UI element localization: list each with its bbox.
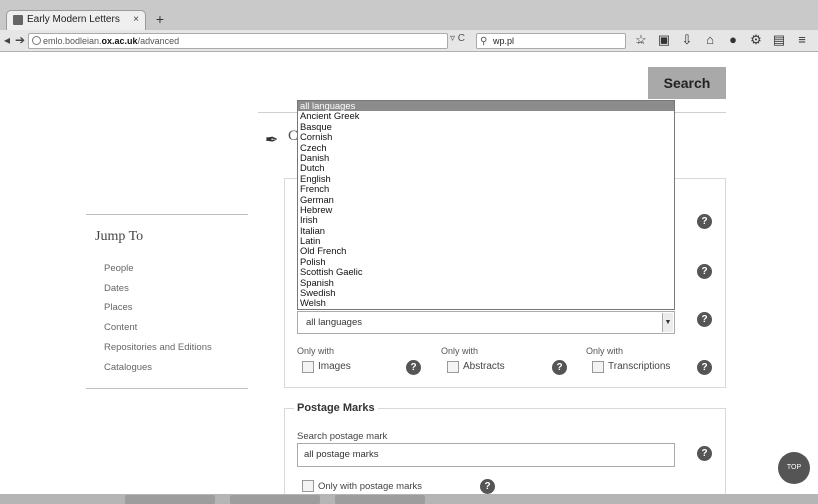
help-icon[interactable]: ? [697, 446, 712, 461]
transcriptions-checkbox-label: Transcriptions [608, 361, 671, 372]
help-icon[interactable]: ? [480, 479, 495, 494]
tab-close-icon[interactable]: × [133, 11, 139, 29]
abstracts-checkbox-label: Abstracts [463, 361, 505, 372]
language-option[interactable]: Welsh [298, 298, 674, 309]
language-option[interactable]: Scottish Gaelic [298, 266, 674, 277]
language-select[interactable]: all languages ▼ [297, 311, 675, 334]
search-icon: ⚲ [480, 36, 488, 47]
taskbar-item[interactable] [125, 495, 215, 504]
language-option[interactable]: Cornish [298, 131, 674, 142]
language-option[interactable]: Ancient Greek [298, 110, 674, 121]
star-icon[interactable]: ☆ [634, 32, 648, 48]
language-option[interactable]: Czech [298, 142, 674, 153]
reload-icon[interactable]: ▿ C [450, 33, 465, 44]
navigation-bar: ◂ ➔ emlo.bodleian.ox.ac.uk/advanced ▿ C … [0, 30, 818, 52]
quill-icon: ✒ [265, 132, 279, 149]
url-domain: ox.ac.uk [101, 36, 138, 46]
url-path: /advanced [137, 36, 180, 46]
language-option[interactable]: Danish [298, 152, 674, 163]
postage-mark-label: Search postage mark [297, 431, 388, 442]
postage-marks-legend: Postage Marks [294, 402, 378, 414]
jump-link-people[interactable]: People [104, 263, 134, 274]
jump-link-dates[interactable]: Dates [104, 283, 129, 294]
language-option[interactable]: English [298, 173, 674, 184]
download-icon[interactable]: ⇩ [680, 32, 694, 48]
help-icon[interactable]: ? [697, 264, 712, 279]
language-option[interactable]: Spanish [298, 277, 674, 288]
images-checkbox[interactable] [302, 361, 314, 373]
language-option[interactable]: Old French [298, 246, 674, 257]
browser-search-text: wp.pl [493, 36, 515, 46]
back-to-top-button[interactable]: TOP [778, 452, 810, 484]
postage-marks-checkbox[interactable] [302, 480, 314, 492]
url-bar[interactable]: emlo.bodleian.ox.ac.uk/advanced [28, 33, 448, 49]
chat-icon[interactable]: ● [726, 32, 740, 48]
language-option[interactable]: Basque [298, 121, 674, 132]
language-option[interactable]: German [298, 194, 674, 205]
jump-link-repositories[interactable]: Repositories and Editions [104, 342, 212, 353]
taskbar-item[interactable] [230, 495, 320, 504]
transcriptions-checkbox[interactable] [592, 361, 604, 373]
back-icon[interactable]: ◂ [4, 33, 10, 47]
url-host: emlo.bodleian. [43, 36, 102, 46]
dropdown-arrow-icon[interactable]: ▼ [662, 313, 673, 332]
language-option[interactable]: Dutch [298, 162, 674, 173]
language-dropdown-list[interactable]: all languages Ancient Greek Basque Corni… [297, 100, 675, 310]
language-option[interactable]: Swedish [298, 287, 674, 298]
browser-toolbar: ☆ ▣ ⇩ ⌂ ● ⚙ ▤ ≡ [634, 32, 809, 48]
home-icon[interactable]: ⌂ [703, 32, 717, 48]
language-select-value: all languages [306, 317, 362, 328]
only-with-label: Only with [441, 346, 479, 356]
language-option[interactable]: Italian [298, 225, 674, 236]
only-with-label: Only with [586, 346, 624, 356]
help-icon[interactable]: ? [552, 360, 567, 375]
puzzle-icon[interactable]: ⚙ [749, 32, 763, 48]
forward-icon[interactable]: ➔ [15, 33, 25, 47]
postage-mark-input[interactable]: all postage marks [297, 443, 675, 467]
divider [86, 214, 248, 215]
clipboard-icon[interactable]: ▣ [657, 32, 671, 48]
help-icon[interactable]: ? [406, 360, 421, 375]
jump-to-title: Jump To [95, 229, 144, 244]
abstracts-checkbox[interactable] [447, 361, 459, 373]
new-tab-button[interactable]: + [150, 11, 170, 28]
menu-icon[interactable]: ≡ [795, 32, 809, 48]
browser-search-input[interactable]: ⚲ wp.pl → [476, 33, 645, 49]
tab-bar: Early Modern Letters Onlin... × + [0, 0, 818, 43]
language-option[interactable]: French [298, 183, 674, 194]
language-option[interactable]: Irish [298, 214, 674, 225]
images-checkbox-label: Images [318, 361, 351, 372]
language-option[interactable]: Latin [298, 235, 674, 246]
jump-link-content[interactable]: Content [104, 322, 137, 333]
postage-marks-checkbox-label: Only with postage marks [318, 481, 423, 492]
jump-link-catalogues[interactable]: Catalogues [104, 362, 152, 373]
help-icon[interactable]: ? [697, 214, 712, 229]
help-icon[interactable]: ? [697, 360, 712, 375]
globe-icon [32, 36, 41, 45]
search-button[interactable]: Search [648, 67, 726, 99]
divider [86, 388, 248, 389]
browser-tab[interactable]: Early Modern Letters Onlin... × [6, 10, 146, 43]
site-favicon-icon [13, 15, 23, 25]
only-with-label: Only with [297, 346, 335, 356]
language-option[interactable]: Hebrew [298, 204, 674, 215]
help-icon[interactable]: ? [697, 312, 712, 327]
document-icon[interactable]: ▤ [772, 32, 786, 48]
jump-link-places[interactable]: Places [104, 302, 133, 313]
os-taskbar [0, 494, 818, 504]
taskbar-item[interactable] [335, 495, 425, 504]
